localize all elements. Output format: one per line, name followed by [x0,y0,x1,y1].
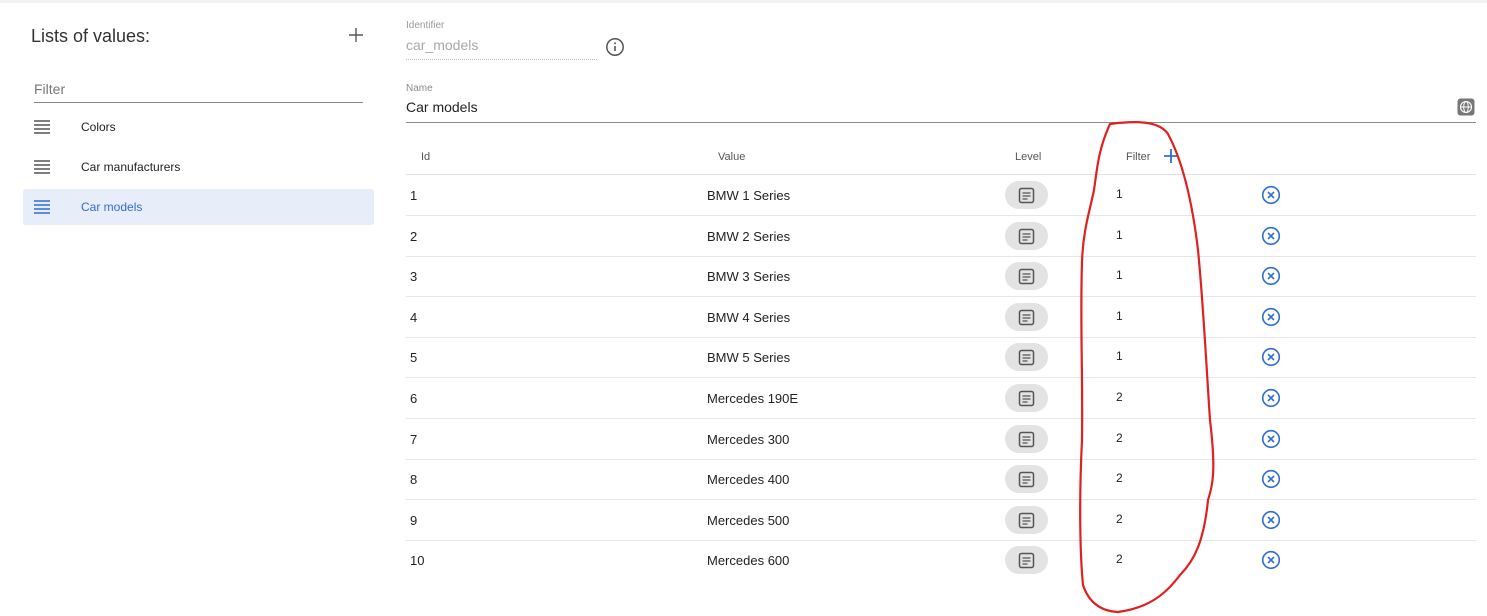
sidebar-item-label: Colors [81,120,116,134]
row-filter: 2 [1116,471,1123,486]
remove-icon[interactable] [1261,469,1281,489]
row-filter: 2 [1116,430,1123,445]
header-id: Id [421,151,431,163]
list-icon [34,120,50,134]
row-filter: 1 [1116,187,1123,201]
remove-icon[interactable] [1261,185,1281,205]
document-icon [1018,553,1035,569]
level-toggle[interactable] [1005,343,1048,372]
row-id: 6 [410,391,418,406]
remove-icon[interactable] [1261,347,1281,367]
document-icon [1018,187,1035,204]
table-header: Id Value Level Filter [406,140,1476,175]
lists-sidebar: Lists of values: Colors Car manufacturer… [0,0,390,616]
row-value: BMW 3 Series [707,269,791,285]
remove-icon[interactable] [1261,307,1281,327]
table-row: 7 Mercedes 300 2 [406,419,1476,460]
row-value: Mercedes 600 [707,553,790,569]
table-row: 2 BMW 2 Series 1 [406,216,1476,257]
sidebar-item-car-manufacturers[interactable]: Car manufacturers [23,149,374,185]
row-value: Mercedes 400 [707,472,790,488]
header-value: Value [718,151,746,163]
document-icon [1018,268,1035,285]
row-id: 4 [410,309,418,325]
row-id: 1 [410,188,418,203]
level-toggle[interactable] [1005,221,1048,250]
table-row: 3 BMW 3 Series 1 [406,256,1476,298]
row-filter: 1 [1116,268,1123,283]
sidebar-item-car-models[interactable]: Car models [23,189,374,225]
remove-icon[interactable] [1261,429,1281,449]
name-label: Name [406,83,433,94]
document-icon [1018,390,1035,407]
sidebar-item-label: Car manufacturers [81,160,181,174]
table-row: 10 Mercedes 600 2 [406,540,1476,580]
level-toggle[interactable] [1005,505,1048,534]
list-icon [34,200,50,214]
row-value: BMW 2 Series [707,228,791,244]
add-filter-icon[interactable] [1163,148,1179,164]
sidebar-title: Lists of values: [31,26,151,46]
document-icon [1018,512,1035,529]
row-value: Mercedes 190E [707,391,799,406]
remove-icon[interactable] [1261,510,1281,530]
info-icon[interactable] [605,37,625,57]
table-row: 6 Mercedes 190E 2 [406,378,1476,419]
remove-icon[interactable] [1261,550,1281,570]
row-id: 7 [410,431,418,447]
table-row: 1 BMW 1 Series 1 [406,175,1476,216]
level-toggle[interactable] [1005,465,1048,494]
document-icon [1018,228,1035,244]
table-row: 8 Mercedes 400 2 [406,459,1476,501]
row-filter: 2 [1116,552,1123,567]
row-value: BMW 5 Series [707,350,791,366]
sidebar-item-label: Car models [81,200,143,214]
level-toggle[interactable] [1005,181,1048,209]
remove-icon[interactable] [1261,266,1281,286]
header-level: Level [1015,151,1042,163]
document-icon [1018,309,1035,326]
row-id: 10 [410,553,425,569]
row-filter: 1 [1116,227,1123,242]
level-toggle[interactable] [1005,546,1048,575]
table-row: 9 Mercedes 500 2 [406,500,1476,541]
remove-icon[interactable] [1261,388,1281,408]
row-filter: 2 [1116,511,1123,526]
row-id: 3 [410,269,418,285]
row-id: 9 [410,512,418,528]
row-filter: 1 [1116,349,1123,364]
row-id: 8 [410,472,418,488]
row-id: 5 [410,350,418,366]
document-icon [1018,431,1035,447]
identifier-label: Identifier [406,20,445,31]
list-icon [34,160,50,174]
identifier-field: car_models [406,37,597,60]
row-value: BMW 1 Series [707,188,791,203]
filter-input[interactable] [34,76,363,103]
plus-icon[interactable] [345,24,367,46]
table-row: 5 BMW 5 Series 1 [406,337,1476,379]
row-filter: 1 [1116,308,1123,323]
name-field[interactable]: Car models [406,99,1476,123]
row-value: BMW 4 Series [707,309,791,325]
row-filter: 2 [1116,390,1123,404]
level-toggle[interactable] [1005,424,1048,453]
level-toggle[interactable] [1005,302,1048,331]
row-value: Mercedes 500 [707,512,790,528]
sidebar-item-colors[interactable]: Colors [23,109,374,145]
document-icon [1018,471,1035,488]
level-toggle[interactable] [1005,262,1048,291]
header-filter: Filter [1126,151,1151,163]
document-icon [1018,350,1035,366]
table-row: 4 BMW 4 Series 1 [406,297,1476,338]
row-id: 2 [410,228,418,244]
row-value: Mercedes 300 [707,431,790,447]
globe-icon[interactable] [1457,98,1475,116]
level-toggle[interactable] [1005,384,1048,412]
remove-icon[interactable] [1261,226,1281,246]
